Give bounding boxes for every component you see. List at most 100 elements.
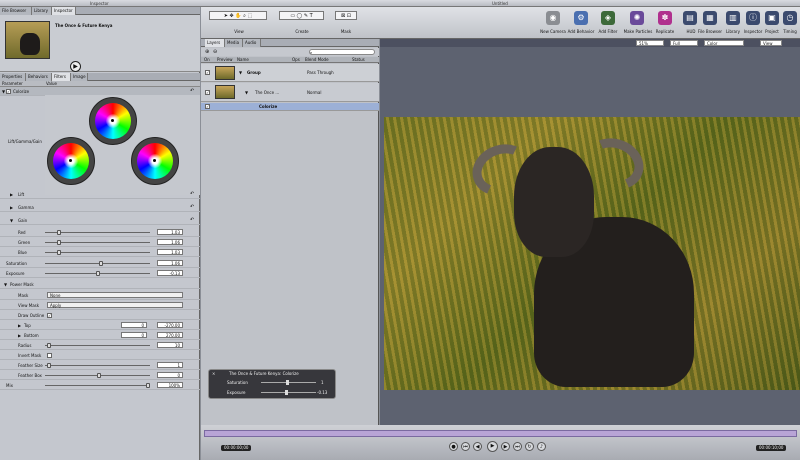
inspector-icon[interactable]: ⓘ <box>746 11 760 25</box>
reset-icon[interactable]: ↶ <box>190 203 194 212</box>
hud-panel[interactable]: The Once & Future Kenya: Colorize × Satu… <box>208 369 336 399</box>
timing-icon[interactable]: ◷ <box>783 11 797 25</box>
remove-icon[interactable]: ⊖ <box>213 49 217 55</box>
hud-exp-slider[interactable] <box>285 390 288 395</box>
tab-layers[interactable]: Layers <box>205 39 225 47</box>
timing-label[interactable]: Timing <box>781 29 799 34</box>
search-input[interactable]: ⌕ <box>309 49 375 55</box>
gain-wheel[interactable] <box>89 97 137 145</box>
viewmask-select[interactable]: Apply <box>47 302 183 308</box>
tab-properties[interactable]: Properties <box>0 73 26 81</box>
color-wheels[interactable] <box>45 95 200 195</box>
reset-icon[interactable]: ↶ <box>190 190 194 199</box>
top-field-b[interactable]: -270.00 <box>157 322 183 328</box>
step-forward-icon[interactable]: ▶ <box>501 442 510 451</box>
gain-row[interactable]: ▼ Gain ↶ <box>0 216 200 225</box>
close-icon[interactable]: × <box>212 371 215 376</box>
make-particles-label[interactable]: Make Particles <box>621 29 655 34</box>
add-filter-label[interactable]: Add Filter <box>594 29 622 34</box>
layer-on-checkbox[interactable]: ✓ <box>205 90 210 95</box>
gamma-row[interactable]: ▶ Gamma ↶ <box>0 203 200 212</box>
channels-select[interactable]: Color <box>704 40 744 46</box>
rewind-icon[interactable]: ⏮ <box>461 442 470 451</box>
mix-slider[interactable] <box>146 383 150 388</box>
project-icon[interactable]: ▣ <box>765 11 779 25</box>
disclosure-icon[interactable]: ▼ <box>239 70 242 75</box>
mix-field[interactable]: 100% <box>157 382 183 388</box>
green-field[interactable]: 1.06 <box>157 239 183 245</box>
mask-select[interactable]: None <box>47 292 183 298</box>
red-field[interactable]: 1.03 <box>157 229 183 235</box>
particles-icon[interactable]: ✺ <box>630 11 644 25</box>
featherbox-slider[interactable] <box>97 373 101 378</box>
layer-row-filter[interactable]: ✓ Colorize <box>201 103 379 111</box>
exposure-slider[interactable] <box>96 271 100 276</box>
drawoutline-checkbox[interactable]: ✓ <box>47 313 52 318</box>
top-field-a[interactable]: 0 <box>121 322 147 328</box>
tab-file-browser[interactable]: File Browser <box>0 7 32 15</box>
tab-media[interactable]: Media <box>225 39 243 47</box>
bottom-field-b[interactable]: 270.00 <box>157 332 183 338</box>
canvas-viewer[interactable]: 51% Full Color View <box>380 39 800 425</box>
hud-icon[interactable]: ▤ <box>683 11 697 25</box>
tab-library[interactable]: Library <box>32 7 52 15</box>
replicate-label[interactable]: Replicate <box>651 29 679 34</box>
file-browser-icon[interactable]: ▦ <box>703 11 717 25</box>
powermask-row[interactable]: ▼ Power Mask <box>0 280 200 289</box>
green-slider[interactable] <box>57 240 61 245</box>
reset-icon[interactable]: ↶ <box>190 216 194 225</box>
radius-slider[interactable] <box>47 343 51 348</box>
camera-icon[interactable]: ◉ <box>546 11 560 25</box>
record-icon[interactable]: ● <box>449 442 458 451</box>
featherbox-field[interactable]: 0 <box>157 372 183 378</box>
audio-icon[interactable]: ♪ <box>537 442 546 451</box>
view-tools[interactable]: ➤ ✥ ✋ ⌕ ⬚ <box>209 11 267 20</box>
disclosure-icon[interactable]: ▼ <box>2 87 5 96</box>
lift-wheel[interactable] <box>47 137 95 185</box>
file-browser-label[interactable]: File Browser <box>695 29 725 34</box>
project-label[interactable]: Project <box>764 29 780 34</box>
colorize-checkbox[interactable]: ✓ <box>6 89 11 94</box>
hud-sat-slider[interactable] <box>286 380 289 385</box>
disclosure-icon[interactable]: ▼ <box>245 90 248 95</box>
end-timecode[interactable]: 00:00:10;00 <box>756 445 787 451</box>
layer-blend[interactable]: Normal <box>307 90 321 95</box>
tab-behaviors[interactable]: Behaviors <box>26 73 52 81</box>
red-slider[interactable] <box>57 230 61 235</box>
saturation-field[interactable]: 1.06 <box>157 260 183 266</box>
radius-field[interactable]: 10 <box>157 342 183 348</box>
invertmask-checkbox[interactable] <box>47 353 52 358</box>
layer-row-clip[interactable]: ✓ ▼ The Once ... Normal <box>201 83 379 102</box>
step-back-icon[interactable]: ◀ <box>473 442 482 451</box>
exposure-field[interactable]: -0.13 <box>157 270 183 276</box>
tab-filters[interactable]: Filters <box>52 73 71 81</box>
lift-row[interactable]: ▶ Lift ↶ <box>0 190 200 199</box>
tab-audio[interactable]: Audio <box>243 39 261 47</box>
gamma-wheel[interactable] <box>131 137 179 185</box>
play-icon[interactable]: ▶ <box>70 61 81 72</box>
inspector-label[interactable]: Inspector <box>743 29 763 34</box>
loop-icon[interactable]: ↻ <box>525 442 534 451</box>
create-tools[interactable]: ▭ ◯ ✎ T <box>279 11 324 20</box>
tab-image[interactable]: Image <box>71 73 88 81</box>
zoom-select[interactable]: 51% <box>636 40 664 46</box>
layer-row-group[interactable]: ✓ ▼ Group Pass Through <box>201 64 379 82</box>
blue-slider[interactable] <box>57 250 61 255</box>
mask-tools[interactable]: ⊠ ⊡ <box>335 11 357 20</box>
library-label[interactable]: Library <box>724 29 742 34</box>
render-select[interactable]: Full <box>670 40 698 46</box>
view-select[interactable]: View <box>760 40 782 46</box>
end-icon[interactable]: ⏭ <box>513 442 522 451</box>
filter-icon[interactable]: ◈ <box>601 11 615 25</box>
timeline-track[interactable] <box>204 430 797 437</box>
bottom-field-a[interactable]: 0 <box>121 332 147 338</box>
start-timecode[interactable]: 00:00:00;00 <box>221 445 252 451</box>
replicate-icon[interactable]: ✽ <box>658 11 672 25</box>
layer-blend[interactable]: Pass Through <box>307 70 334 75</box>
tab-inspector[interactable]: Inspector <box>52 7 76 15</box>
play-button[interactable]: ▶ <box>487 441 498 452</box>
layer-on-checkbox[interactable]: ✓ <box>205 70 210 75</box>
filter-on-checkbox[interactable]: ✓ <box>205 104 210 109</box>
saturation-slider[interactable] <box>99 261 103 266</box>
library-icon[interactable]: ▥ <box>726 11 740 25</box>
